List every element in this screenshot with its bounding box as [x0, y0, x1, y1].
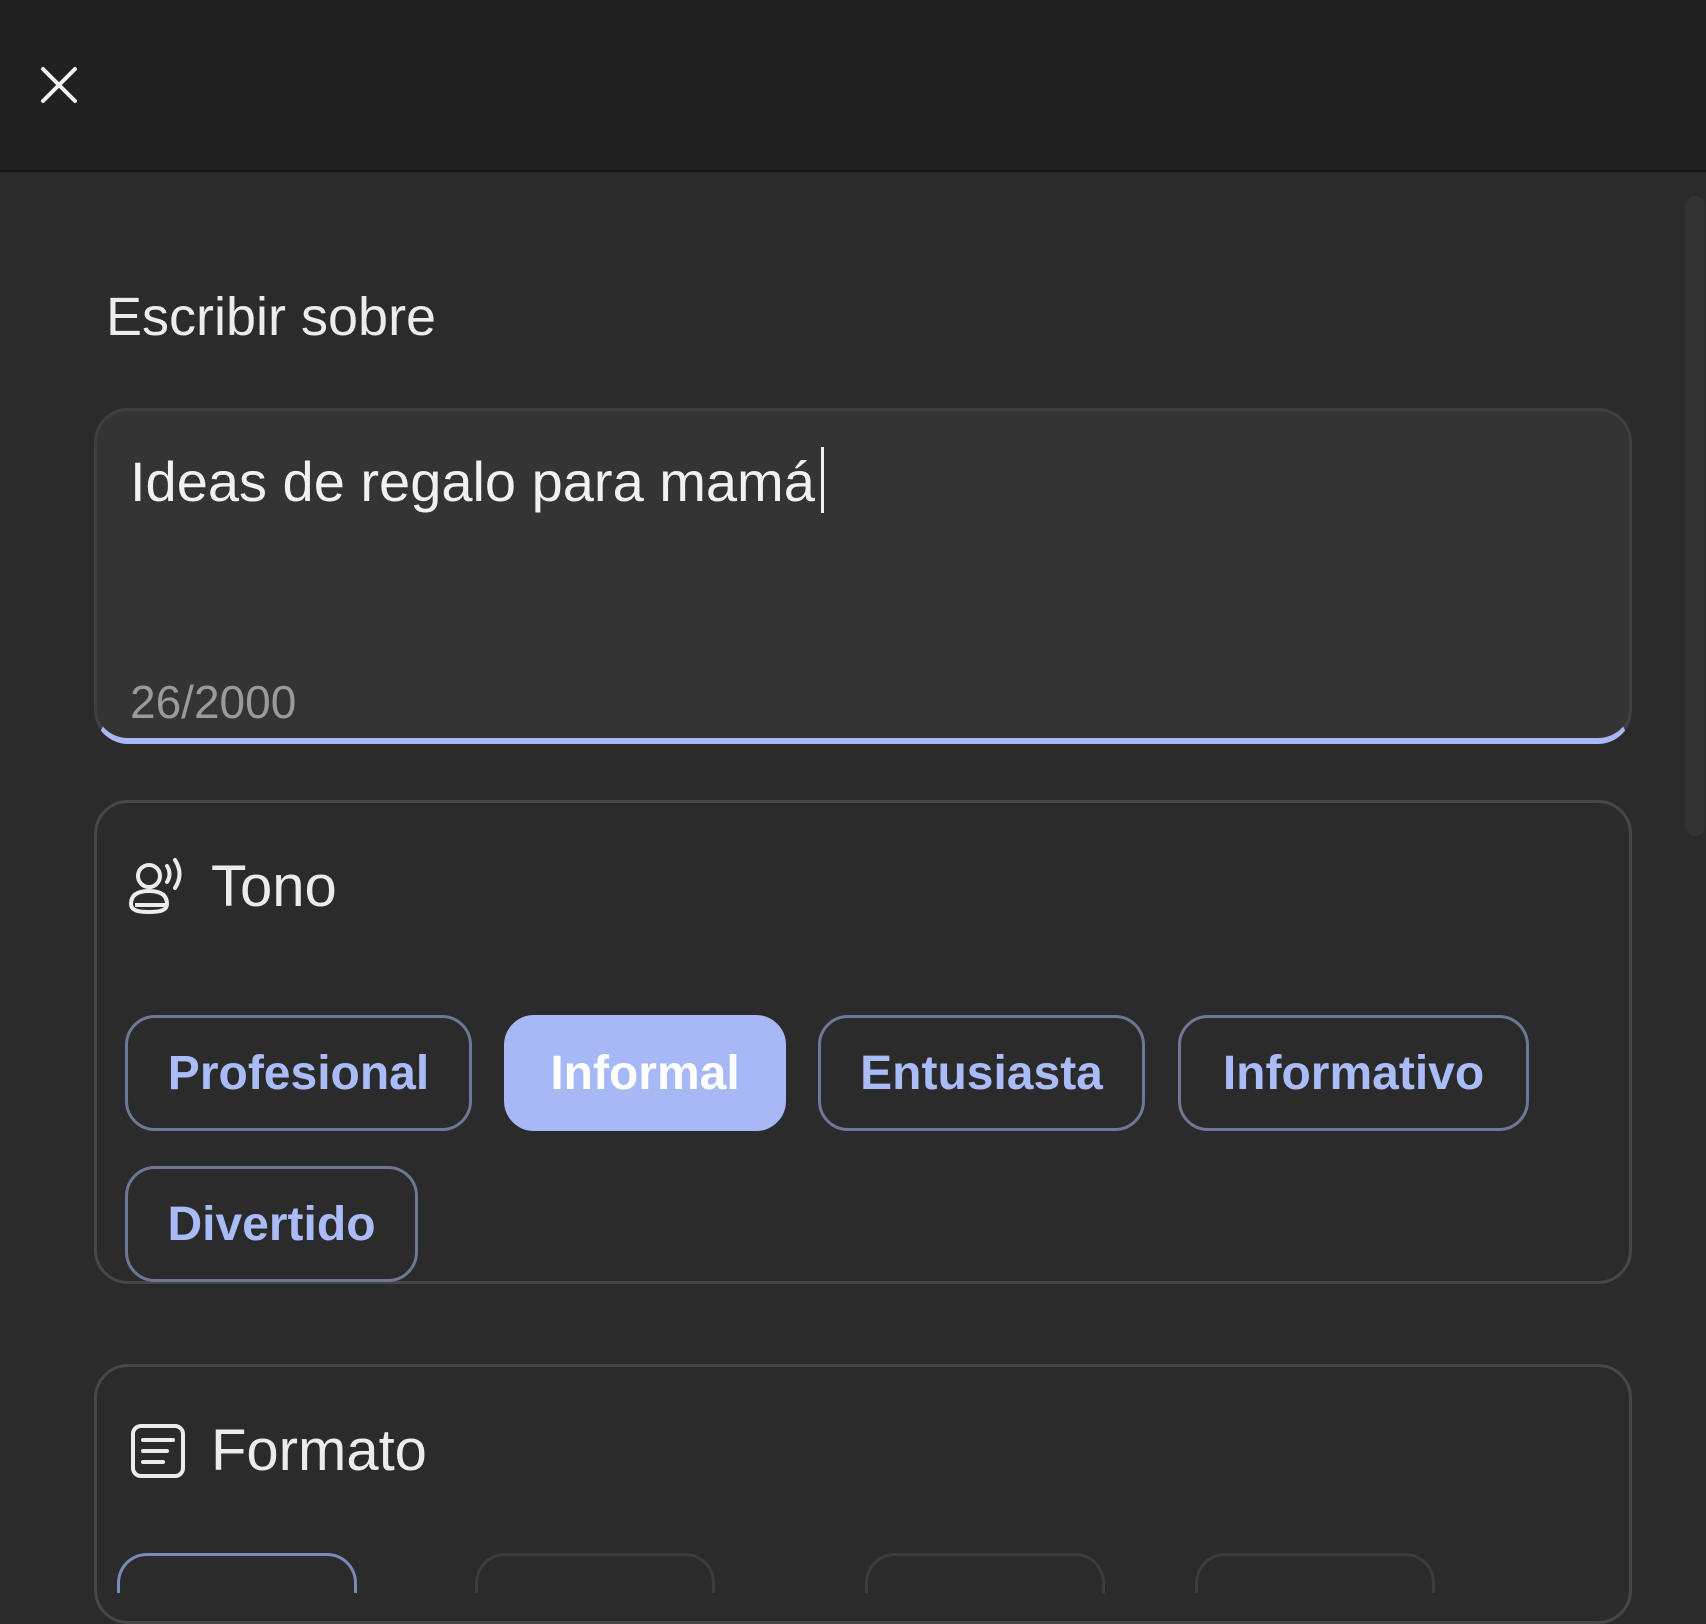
- tone-chip-profesional[interactable]: Profesional: [125, 1015, 472, 1131]
- scrollbar-thumb[interactable]: [1686, 196, 1704, 836]
- tone-chip-informal[interactable]: Informal: [504, 1015, 786, 1131]
- format-card: Formato: [94, 1364, 1632, 1624]
- character-counter: 26/2000: [130, 676, 297, 728]
- tone-chip-informativo[interactable]: Informativo: [1178, 1015, 1529, 1131]
- format-title: Formato: [211, 1418, 427, 1483]
- text-caret: [820, 447, 824, 513]
- tone-card: Tono Profesional Informal Entusiasta Inf…: [94, 800, 1632, 1284]
- format-options: [117, 1553, 1597, 1593]
- tone-chip-divertido[interactable]: Divertido: [125, 1166, 418, 1282]
- format-chip[interactable]: [117, 1553, 357, 1593]
- write-about-label: Escribir sobre: [106, 287, 437, 347]
- topic-value: Ideas de regalo para mamá: [130, 450, 815, 513]
- tone-header: Tono: [125, 853, 337, 920]
- topic-textarea[interactable]: Ideas de regalo para mamá 26/2000: [94, 408, 1632, 744]
- top-bar: [0, 0, 1706, 172]
- format-chip[interactable]: [1195, 1553, 1435, 1593]
- document-icon: [125, 1418, 191, 1484]
- voice-icon: [125, 854, 191, 920]
- format-header: Formato: [125, 1417, 427, 1484]
- close-button[interactable]: [34, 60, 84, 110]
- close-icon: [41, 67, 77, 103]
- tone-chip-entusiasta[interactable]: Entusiasta: [818, 1015, 1145, 1131]
- format-chip[interactable]: [865, 1553, 1105, 1593]
- tone-title: Tono: [211, 854, 337, 919]
- topic-text[interactable]: Ideas de regalo para mamá: [130, 447, 824, 514]
- content-scroll-area: Escribir sobre Ideas de regalo para mamá…: [0, 172, 1706, 1624]
- format-chip[interactable]: [475, 1553, 715, 1593]
